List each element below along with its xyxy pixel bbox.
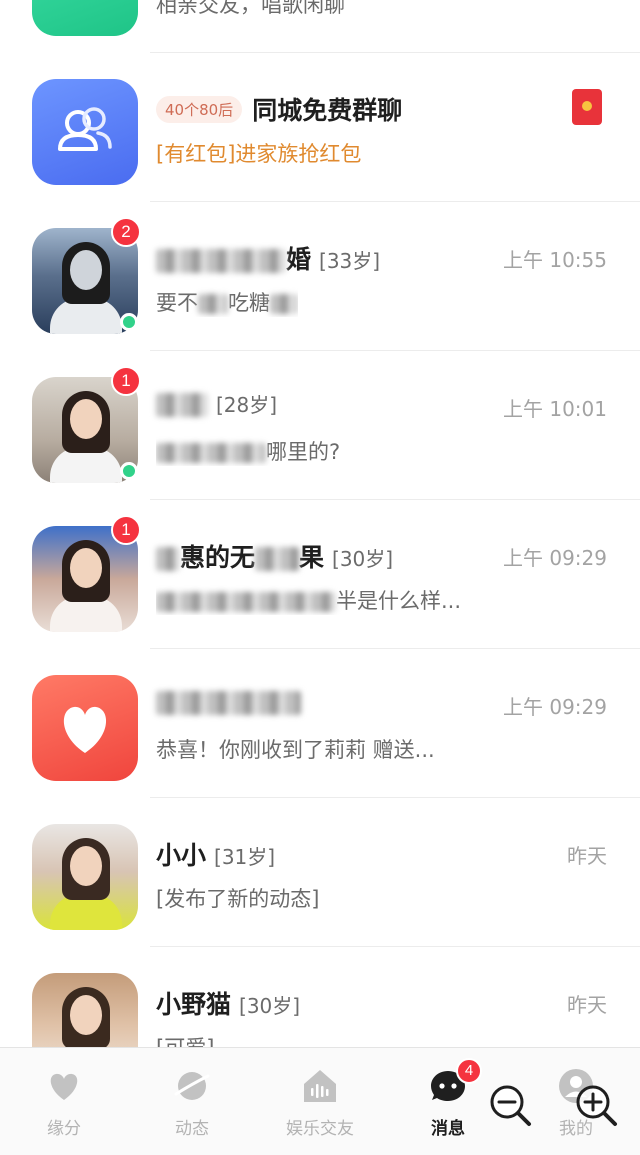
tab-label: 娱乐交友 [286, 1119, 354, 1139]
zoom-out-icon[interactable] [487, 1082, 533, 1128]
tab-label: 缘分 [47, 1119, 81, 1139]
avatar [32, 675, 138, 781]
tab-label: 动态 [175, 1119, 209, 1139]
red-packet-icon[interactable] [572, 89, 602, 125]
age-label: [30岁] [239, 994, 301, 1018]
contact-name: 小小 [31岁] [156, 841, 276, 870]
list-item[interactable]: 小野猫[30岁] 昨天 [可爱] [0, 947, 640, 1047]
tab-dongtai[interactable]: 动态 [128, 1066, 256, 1139]
contact-name: [28岁] [156, 389, 277, 418]
heart-icon [63, 706, 107, 753]
timestamp: 上午 09:29 [503, 695, 607, 719]
chat-name: 40个80后 同城免费群聊 [156, 91, 402, 127]
contact-name [156, 687, 301, 716]
timestamp: 上午 09:29 [503, 546, 607, 570]
avatar [32, 824, 138, 930]
tab-yuanfen[interactable]: 缘分 [0, 1066, 128, 1139]
tab-yule[interactable]: 娱乐交友 [256, 1066, 384, 1139]
list-item[interactable]: 惠的无果 [30岁] 上午 09:29 半是什么样... [0, 500, 640, 649]
unread-badge: 1 [111, 366, 141, 396]
contact-name: 婚 [33岁] [156, 240, 380, 276]
message-list: 相亲交友，唱歌闲聊 40个80后 同城免费群聊 [有红包]进家族抢红包 婚 [33岁… [0, 0, 640, 1047]
age-label: [31岁] [214, 845, 276, 869]
list-item[interactable]: 上午 09:29 恭喜！你刚收到了莉莉 赠送... [0, 649, 640, 798]
message-preview: 恭喜！你刚收到了莉莉 赠送... [156, 738, 435, 762]
member-tag: 40个80后 [156, 96, 243, 123]
group-icon [58, 107, 112, 151]
avatar [32, 0, 138, 36]
message-preview: [发布了新的动态] [156, 887, 320, 911]
contact-name: 小野猫 [30岁] [156, 990, 301, 1019]
timestamp: 昨天 [567, 993, 607, 1017]
online-indicator [120, 462, 138, 480]
message-preview: [可爱] [156, 1032, 214, 1047]
bottom-tab-bar: 缘分 动态 娱乐交友 4 消息 我的 [0, 1047, 640, 1155]
planet-icon [174, 1072, 210, 1100]
zoom-in-icon[interactable] [573, 1082, 619, 1128]
message-preview: [有红包]进家族抢红包 [156, 142, 362, 166]
group-avatar [32, 79, 138, 185]
age-label: [30岁] [332, 547, 394, 571]
timestamp: 昨天 [567, 844, 607, 868]
age-label: [28岁] [216, 393, 278, 417]
online-indicator [120, 313, 138, 331]
tab-unread-badge: 4 [456, 1058, 482, 1084]
heart-icon [50, 1073, 78, 1100]
unread-badge: 2 [111, 217, 141, 247]
list-item[interactable]: 40个80后 同城免费群聊 [有红包]进家族抢红包 [0, 53, 640, 202]
message-preview: 要不 吃糖 [156, 287, 298, 317]
timestamp: 上午 10:55 [503, 248, 607, 272]
timestamp: 上午 10:01 [503, 397, 607, 421]
contact-name: 惠的无果 [30岁] [156, 538, 393, 574]
message-preview: 相亲交友，唱歌闲聊 [156, 0, 345, 17]
avatar [32, 973, 138, 1047]
voice-room-icon [304, 1070, 336, 1102]
list-item[interactable]: 婚 [33岁] 上午 10:55 要不 吃糖 [0, 202, 640, 351]
message-preview: 哪里的? [156, 436, 340, 466]
age-label: [33岁] [319, 249, 381, 273]
message-preview: 半是什么样... [156, 585, 461, 615]
unread-badge: 1 [111, 515, 141, 545]
list-item[interactable]: 小小 [31岁] 昨天 [发布了新的动态] [0, 798, 640, 947]
list-item[interactable]: 相亲交友，唱歌闲聊 [0, 0, 640, 53]
list-item[interactable]: [28岁] 上午 10:01 哪里的? [0, 351, 640, 500]
